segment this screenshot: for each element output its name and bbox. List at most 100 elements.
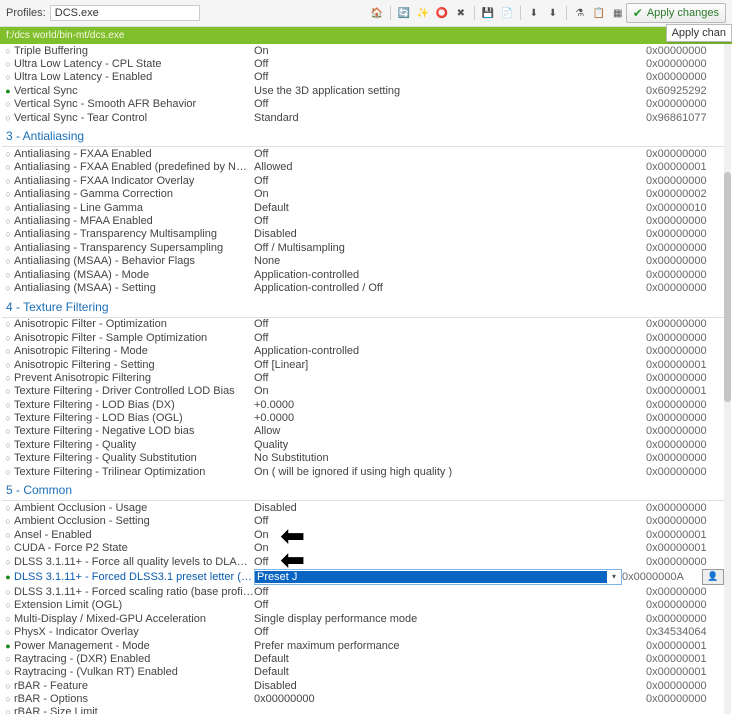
refresh-icon[interactable]: 🔄 [396, 5, 412, 21]
setting-name: Ambient Occlusion - Usage [14, 502, 254, 514]
copy-icon[interactable]: 📋 [591, 5, 607, 21]
setting-name: Vertical Sync - Tear Control [14, 112, 254, 124]
modified-indicator-icon: ○ [2, 587, 14, 597]
profile-combobox[interactable]: DCS.exe [50, 5, 200, 21]
setting-row[interactable]: ○Ultra Low Latency - CPL StateOff0x00000… [2, 57, 724, 70]
filter-icon[interactable]: ⚗ [572, 5, 588, 21]
setting-name: Ultra Low Latency - CPL State [14, 58, 254, 70]
setting-row[interactable]: ○Ambient Occlusion - UsageDisabled0x0000… [2, 501, 724, 514]
setting-row[interactable]: ○Antialiasing - Transparency Multisampli… [2, 228, 724, 241]
setting-row[interactable]: ○Ansel - EnabledOn0x00000001 [2, 528, 724, 541]
setting-row[interactable]: ○Extension Limit (OGL)Off0x00000000 [2, 599, 724, 612]
wand-icon[interactable]: ✨ [415, 5, 431, 21]
setting-row[interactable]: ○Texture Filtering - Driver Controlled L… [2, 385, 724, 398]
setting-hex: 0x00000000 [646, 613, 724, 625]
setting-row[interactable]: ○rBAR - Options0x000000000x00000000 [2, 692, 724, 705]
setting-row[interactable]: ○Raytracing - (DXR) EnabledDefault0x0000… [2, 652, 724, 665]
setting-row[interactable]: ○Texture Filtering - Trilinear Optimizat… [2, 465, 724, 478]
setting-row[interactable]: ○Raytracing - (Vulkan RT) EnabledDefault… [2, 666, 724, 679]
modified-indicator-icon: ○ [2, 707, 14, 714]
setting-row[interactable]: ●Vertical SyncUse the 3D application set… [2, 84, 724, 97]
setting-row[interactable]: ●DLSS 3.1.11+ - Forced DLSS3.1 preset le… [2, 568, 724, 585]
setting-row[interactable]: ○Ambient Occlusion - SettingOff0x0000000… [2, 515, 724, 528]
setting-row[interactable]: ○Antialiasing - Line GammaDefault0x00000… [2, 201, 724, 214]
setting-row[interactable]: ●Power Management - ModePrefer maximum p… [2, 639, 724, 652]
setting-row[interactable]: ○CUDA - Force P2 StateOn0x00000001 [2, 542, 724, 555]
setting-row[interactable]: ○Anisotropic Filter - OptimizationOff0x0… [2, 318, 724, 331]
circle-icon[interactable]: ⭕ [434, 5, 450, 21]
modified-indicator-icon: ○ [2, 516, 14, 526]
setting-row[interactable]: ○Anisotropic Filtering - ModeApplication… [2, 344, 724, 357]
setting-hex: 0x00000000 [646, 412, 724, 424]
setting-value: Use the 3D application setting [254, 85, 646, 97]
setting-value: Disabled [254, 228, 646, 240]
modified-indicator-icon: ○ [2, 46, 14, 56]
setting-name: rBAR - Feature [14, 680, 254, 692]
setting-value: Off [254, 98, 646, 110]
setting-row[interactable]: ○Antialiasing (MSAA) - SettingApplicatio… [2, 281, 724, 294]
setting-value-combobox[interactable]: Preset J▾ [254, 569, 622, 585]
modified-indicator-icon: ○ [2, 373, 14, 383]
apply-changes-button[interactable]: ✔ Apply changes [626, 3, 726, 23]
setting-row[interactable]: ○Antialiasing (MSAA) - ModeApplication-c… [2, 268, 724, 281]
setting-name: Triple Buffering [14, 45, 254, 57]
toolbar-icon-group: 🏠 🔄✨⭕✖ 💾📄 ⬇⬇ ⚗📋▦ [369, 5, 626, 21]
setting-row[interactable]: ○PhysX - Indicator OverlayOff0x34534064 [2, 625, 724, 638]
grid-icon[interactable]: ▦ [610, 5, 626, 21]
scrollbar-thumb[interactable] [724, 172, 731, 402]
modified-indicator-icon: ○ [2, 386, 14, 396]
setting-row[interactable]: ○Multi-Display / Mixed-GPU AccelerationS… [2, 612, 724, 625]
setting-row[interactable]: ○rBAR - Size Limit [2, 706, 724, 714]
setting-row[interactable]: ○Anisotropic Filter - Sample Optimizatio… [2, 331, 724, 344]
setting-row[interactable]: ○Vertical Sync - Smooth AFR BehaviorOff0… [2, 98, 724, 111]
setting-row[interactable]: ○rBAR - FeatureDisabled0x00000000 [2, 679, 724, 692]
modified-indicator-icon: ○ [2, 530, 14, 540]
scrollbar[interactable] [724, 44, 731, 714]
setting-row[interactable]: ○Triple BufferingOn0x00000000 [2, 44, 724, 57]
setting-row[interactable]: ○Texture Filtering - LOD Bias (OGL)+0.00… [2, 411, 724, 424]
setting-value: Off [254, 175, 646, 187]
setting-row[interactable]: ○Texture Filtering - Quality Substitutio… [2, 452, 724, 465]
setting-row[interactable]: ○Prevent Anisotropic FilteringOff0x00000… [2, 371, 724, 384]
modified-indicator-icon: ● [2, 641, 14, 651]
setting-row[interactable]: ○Texture Filtering - QualityQuality0x000… [2, 438, 724, 451]
setting-row[interactable]: ○Texture Filtering - LOD Bias (DX)+0.000… [2, 398, 724, 411]
setting-row[interactable]: ○Vertical Sync - Tear ControlStandard0x9… [2, 111, 724, 124]
floppy-icon[interactable]: 💾 [480, 5, 496, 21]
setting-name: Antialiasing - MFAA Enabled [14, 215, 254, 227]
setting-row[interactable]: ○Ultra Low Latency - EnabledOff0x0000000… [2, 71, 724, 84]
setting-value: On ( will be ignored if using high quali… [254, 466, 646, 478]
chevron-down-icon[interactable]: ▾ [607, 572, 621, 581]
install-1-icon[interactable]: ⬇ [526, 5, 542, 21]
section-header: 4 - Texture Filtering [2, 295, 724, 318]
setting-row[interactable]: ○Antialiasing - FXAA EnabledOff0x0000000… [2, 147, 724, 160]
setting-name: DLSS 3.1.11+ - Forced DLSS3.1 preset let… [14, 571, 254, 583]
setting-row[interactable]: ○Texture Filtering - Negative LOD biasAl… [2, 425, 724, 438]
setting-row[interactable]: ○Anisotropic Filtering - SettingOff [Lin… [2, 358, 724, 371]
setting-name: Power Management - Mode [14, 640, 254, 652]
modified-indicator-icon: ○ [2, 319, 14, 329]
user-value-button[interactable]: 👤 [702, 569, 724, 585]
setting-name: Texture Filtering - Trilinear Optimizati… [14, 466, 254, 478]
setting-value: 0x00000000 [254, 693, 646, 705]
setting-hex: 0x00000000 [646, 586, 724, 598]
setting-row[interactable]: ○Antialiasing - FXAA Enabled (predefined… [2, 161, 724, 174]
setting-row[interactable]: ○Antialiasing (MSAA) - Behavior FlagsNon… [2, 254, 724, 267]
home-icon[interactable]: 🏠 [369, 5, 385, 21]
setting-row[interactable]: ○DLSS 3.1.11+ - Force all quality levels… [2, 555, 724, 568]
setting-row[interactable]: ○Antialiasing - Transparency Supersampli… [2, 241, 724, 254]
setting-name: CUDA - Force P2 State [14, 542, 254, 554]
setting-row[interactable]: ○DLSS 3.1.11+ - Forced scaling ratio (ba… [2, 585, 724, 598]
setting-value: Default [254, 202, 646, 214]
setting-row[interactable]: ○Antialiasing - FXAA Indicator OverlayOf… [2, 174, 724, 187]
setting-row[interactable]: ○Antialiasing - Gamma CorrectionOn0x0000… [2, 188, 724, 201]
delete-icon[interactable]: ✖ [453, 5, 469, 21]
setting-name: rBAR - Options [14, 693, 254, 705]
setting-row[interactable]: ○Antialiasing - MFAA EnabledOff0x0000000… [2, 214, 724, 227]
modified-indicator-icon: ● [2, 572, 14, 582]
install-2-icon[interactable]: ⬇ [545, 5, 561, 21]
page-icon[interactable]: 📄 [499, 5, 515, 21]
modified-indicator-icon: ○ [2, 467, 14, 477]
setting-hex: 0x00000000 [646, 242, 724, 254]
setting-name: PhysX - Indicator Overlay [14, 626, 254, 638]
